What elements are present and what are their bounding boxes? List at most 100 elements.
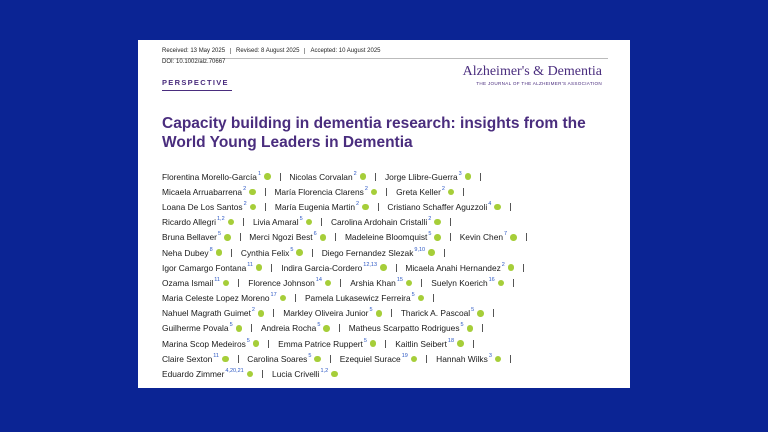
author-name[interactable]: Florence Johnson [248,278,315,288]
author-name[interactable]: Hannah Wilks [436,354,488,364]
orcid-icon[interactable] [249,188,256,196]
orcid-icon[interactable] [477,310,484,317]
affiliation-marker[interactable]: 11 [247,262,253,268]
author-name[interactable]: Guilherme Povala [162,323,229,333]
orcid-icon[interactable] [279,294,287,302]
orcid-icon[interactable] [227,218,235,226]
affiliation-marker[interactable]: 2 [252,307,255,313]
orcid-icon[interactable] [222,279,230,287]
author-name[interactable]: Markley Oliveira Junior [283,308,368,318]
author-name[interactable]: Kaitlin Seibert [395,339,447,349]
affiliation-marker[interactable]: 19 [402,353,408,359]
author-name[interactable]: Marina Scop Medeiros [162,339,246,349]
author-name[interactable]: Ezequiel Surace [340,354,401,364]
affiliation-marker[interactable]: 1 [258,171,261,177]
affiliation-marker[interactable]: 4,20,21 [225,368,243,374]
affiliation-marker[interactable]: 2 [243,186,246,192]
orcid-icon[interactable] [434,234,441,241]
author-name[interactable]: Greta Keller [396,187,441,197]
orcid-icon[interactable] [417,294,425,302]
doi[interactable]: DOI: 10.1002/alz.70667 [162,59,225,65]
author-name[interactable]: Bruna Bellaver [162,232,217,242]
orcid-icon[interactable] [466,325,474,332]
affiliation-marker[interactable]: 3 [459,171,462,177]
affiliation-marker[interactable]: 7 [504,231,507,237]
affiliation-marker[interactable]: 5 [471,307,474,313]
orcid-icon[interactable] [222,355,229,363]
orcid-icon[interactable] [255,264,263,271]
affiliation-marker[interactable]: 5 [364,338,367,344]
author-name[interactable]: María Florencia Clarens [274,187,363,197]
author-name[interactable]: Micaela Anahi Hernandez [405,263,500,273]
affiliation-marker[interactable]: 5 [300,216,303,222]
affiliation-marker[interactable]: 2 [365,186,368,192]
orcid-icon[interactable] [319,234,327,241]
affiliation-marker[interactable]: 11 [213,353,219,359]
affiliation-marker[interactable]: 2 [428,216,431,222]
affiliation-marker[interactable]: 5 [247,338,250,344]
author-name[interactable]: Florentina Morello-García [162,172,257,182]
affiliation-marker[interactable]: 1,2 [321,368,329,374]
orcid-icon[interactable] [314,355,321,363]
orcid-icon[interactable] [224,234,231,241]
affiliation-marker[interactable]: 11 [214,277,220,283]
orcid-icon[interactable] [305,218,313,226]
affiliation-marker[interactable]: 15 [397,277,403,283]
orcid-icon[interactable] [252,340,260,347]
affiliation-marker[interactable]: 4 [488,201,491,207]
author-name[interactable]: Tharick A. Pascoal [401,308,470,318]
orcid-icon[interactable] [494,355,502,363]
author-name[interactable]: Matheus Scarpatto Rodrigues [349,323,460,333]
affiliation-marker[interactable]: 5 [218,231,221,237]
orcid-icon[interactable] [359,173,367,180]
author-name[interactable]: Arshia Khan [350,278,396,288]
orcid-icon[interactable] [457,340,464,347]
affiliation-marker[interactable]: 3 [489,353,492,359]
author-name[interactable]: Ricardo Allegri [162,217,216,227]
author-name[interactable]: María Eugenia Martin [275,202,355,212]
affiliation-marker[interactable]: 5 [369,307,372,313]
orcid-icon[interactable] [405,279,413,287]
affiliation-marker[interactable]: 5 [428,231,431,237]
affiliation-marker[interactable]: 18 [448,338,454,344]
affiliation-marker[interactable]: 5 [317,322,320,328]
affiliation-marker[interactable]: 14 [316,277,322,283]
orcid-icon[interactable] [410,355,418,363]
author-name[interactable]: Pamela Lukasewicz Ferreira [305,293,411,303]
affiliation-marker[interactable]: 9,10 [414,247,425,253]
orcid-icon[interactable] [428,249,435,256]
author-name[interactable]: Nicolas Corvalan [289,172,352,182]
orcid-icon[interactable] [494,203,501,211]
orcid-icon[interactable] [249,203,257,211]
author-name[interactable]: Carolina Ardohain Cristalli [331,217,427,227]
orcid-icon[interactable] [507,264,515,271]
affiliation-marker[interactable]: 1,2 [217,216,225,222]
orcid-icon[interactable] [370,188,378,196]
author-name[interactable]: Cristiano Schaffer Aguzzoli [387,202,487,212]
orcid-icon[interactable] [324,279,332,287]
orcid-icon[interactable] [434,218,441,226]
orcid-icon[interactable] [510,234,517,241]
orcid-icon[interactable] [257,310,265,317]
author-name[interactable]: Jorge Llibre-Guerra [385,172,458,182]
affiliation-marker[interactable]: 16 [489,277,495,283]
author-name[interactable]: Claire Sexton [162,354,212,364]
affiliation-marker[interactable]: 2 [502,262,505,268]
affiliation-marker[interactable]: 2 [356,201,359,207]
orcid-icon[interactable] [362,203,369,211]
affiliation-marker[interactable]: 6 [314,231,317,237]
orcid-icon[interactable] [331,370,338,378]
author-name[interactable]: Kevin Chen [460,232,503,242]
author-name[interactable]: Livia Amaral [253,217,299,227]
affiliation-marker[interactable]: 5 [412,292,415,298]
affiliation-marker[interactable]: 2 [354,171,357,177]
author-name[interactable]: Indira Garcia-Cordero [281,263,362,273]
author-name[interactable]: Loana De Los Santos [162,202,243,212]
affiliation-marker[interactable]: 8 [210,247,213,253]
orcid-icon[interactable] [464,173,472,180]
affiliation-marker[interactable]: 17 [271,292,277,298]
affiliation-marker[interactable]: 2 [442,186,445,192]
affiliation-marker[interactable]: 5 [308,353,311,359]
author-name[interactable]: Neha Dubey [162,248,209,258]
orcid-icon[interactable] [264,173,271,180]
